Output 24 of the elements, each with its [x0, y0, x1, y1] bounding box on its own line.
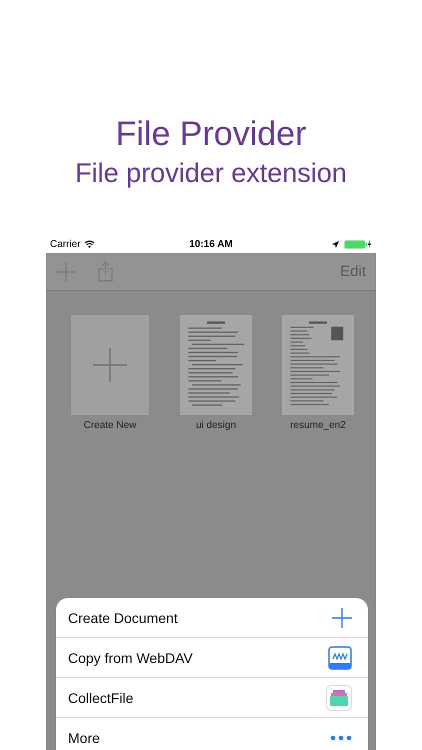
headline-title: File Provider — [116, 114, 306, 155]
location-icon — [332, 240, 339, 248]
share-icon[interactable] — [98, 261, 113, 282]
headline-subtitle: File provider extension — [75, 157, 347, 190]
add-icon — [332, 608, 352, 628]
add-icon[interactable] — [56, 262, 76, 282]
wifi-icon — [84, 240, 95, 248]
plus-icon — [93, 348, 127, 382]
menu-item[interactable]: Copy from WebDAV — [56, 638, 368, 678]
document-thumbnail[interactable] — [282, 315, 354, 415]
more-icon — [330, 734, 352, 740]
carrier-label: Carrier — [50, 238, 81, 250]
clock-time: 10:16 AM — [189, 238, 233, 250]
menu-item[interactable]: CollectFile — [56, 678, 368, 718]
file-name: resume_en2 — [290, 420, 346, 431]
menu-item[interactable]: Create Document — [56, 598, 368, 638]
file-name: Create New — [84, 420, 136, 431]
menu-item[interactable]: More — [56, 718, 368, 750]
document-thumbnail[interactable] — [180, 315, 252, 415]
file-name: ui design — [196, 420, 236, 431]
app-icon — [326, 684, 352, 710]
drive-icon — [328, 646, 352, 670]
battery-icon — [344, 240, 372, 248]
create-new-tile[interactable] — [71, 315, 149, 415]
